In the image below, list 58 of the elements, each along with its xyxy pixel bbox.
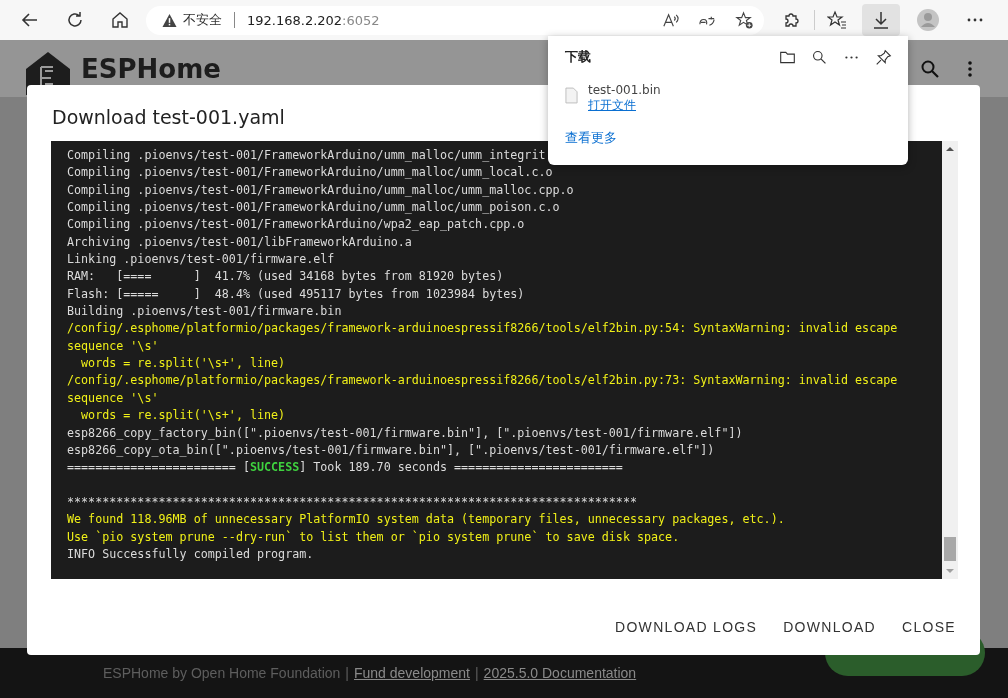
log-line: Use `pio system prune --dry-run` to list them or `pio system prune` to save disk space. bbox=[67, 529, 680, 544]
log-line: ********************************************************************************* bbox=[67, 494, 637, 509]
downloads-button[interactable] bbox=[862, 4, 900, 36]
panel-title: 下载 bbox=[565, 48, 591, 66]
log-line: esp8266_copy_ota_bin([".pioenvs/test-001/firmware.bin"], [".pioenvs/test-001/firmware.elf"]) bbox=[67, 442, 715, 457]
log-line: sequence '\s' bbox=[67, 390, 159, 405]
log-line: Building .pioenvs/test-001/firmware.bin bbox=[67, 304, 342, 319]
log-line: /config/.esphome/platformio/packages/framework-arduinoespressif8266/tools/elf2bin.py:73: SyntaxWarning: invalid escape bbox=[67, 373, 898, 388]
log-line: Compiling .pioenvs/test-001/FrameworkArduino/wpa2_eap_patch.cpp.o bbox=[67, 217, 525, 232]
footer-link[interactable]: Fund development bbox=[354, 665, 470, 681]
search-icon[interactable] bbox=[811, 48, 828, 66]
scrollbar-thumb[interactable] bbox=[944, 537, 956, 561]
download-icon bbox=[871, 10, 891, 30]
success-status: SUCCESS bbox=[249, 460, 300, 475]
log-line: Compiling .pioenvs/test-001/FrameworkArduino/umm_malloc/umm_poison.c.o bbox=[67, 200, 560, 215]
log-line: INFO Successfully compiled program. bbox=[67, 546, 314, 561]
log-line: words = re.split('\s+', line) bbox=[80, 408, 286, 423]
log-line: Compiling .pioenvs/test-001/FrameworkArduino/umm_malloc/umm_local.c.o bbox=[67, 165, 553, 180]
dialog-button[interactable]: DOWNLOAD bbox=[773, 613, 887, 641]
warning-icon bbox=[162, 12, 177, 28]
refresh-icon[interactable] bbox=[65, 10, 85, 30]
log-line: esp8266_copy_factory_bin([".pioenvs/test-001/firmware.bin"], [".pioenvs/test-001/firmware.elf"]) bbox=[67, 425, 743, 440]
see-more-link[interactable]: 查看更多 bbox=[565, 129, 617, 147]
home-icon[interactable] bbox=[110, 10, 130, 30]
file-name: test-001.bin bbox=[588, 83, 661, 97]
log-line: Compiling .pioenvs/test-001/FrameworkArduino/umm_malloc/umm_malloc.cpp.o bbox=[67, 182, 574, 197]
url-text: 192.168.2.202:6052 bbox=[247, 12, 380, 28]
dialog-button[interactable]: CLOSE bbox=[892, 613, 966, 641]
log-line: /config/.esphome/platformio/packages/framework-arduinoespressif8266/tools/elf2bin.py:54: SyntaxWarning: invalid escape bbox=[67, 321, 898, 336]
open-file-link[interactable]: 打开文件 bbox=[588, 97, 661, 114]
profile-icon[interactable] bbox=[916, 8, 940, 32]
address-bar[interactable]: 不安全 192.168.2.202:6052 bbox=[146, 5, 764, 35]
pin-icon[interactable] bbox=[875, 48, 892, 66]
footer-link[interactable]: 2025.5.0 Documentation bbox=[483, 665, 637, 681]
log-text: ======================== [ bbox=[67, 460, 250, 475]
app-title: ESPHome bbox=[81, 53, 221, 84]
log-line: RAM: [==== ] 41.7% (used 34168 bytes from 81920 bytes) bbox=[67, 269, 504, 284]
log-line: We found 118.96MB of unnecessary PlatformIO system data (temporary files, unnecessary packages, etc.). bbox=[67, 512, 785, 527]
log-line: Flash: [===== ] 48.4% (used 495117 bytes from 1023984 bytes) bbox=[67, 286, 525, 301]
dialog-button[interactable]: DOWNLOAD LOGS bbox=[605, 613, 768, 641]
favorites-icon[interactable] bbox=[827, 10, 847, 30]
log-text: ] Took 189.70 seconds ======================== bbox=[299, 460, 623, 475]
log-line: Compiling .pioenvs/test-001/FrameworkArduino/umm_malloc/umm_integrit bbox=[67, 148, 546, 162]
footer-text: ESPHome by Open Home Foundation bbox=[103, 665, 341, 681]
dialog-title: Download test-001.yaml bbox=[52, 105, 285, 129]
add-favorite-icon[interactable] bbox=[735, 10, 754, 30]
search-icon[interactable] bbox=[920, 58, 940, 79]
log-line: Archiving .pioenvs/test-001/libFrameworkArduino.a bbox=[67, 234, 412, 249]
log-line: Linking .pioenvs/test-001/firmware.elf bbox=[67, 252, 335, 267]
scrollbar[interactable] bbox=[942, 141, 958, 579]
security-label: 不安全 bbox=[183, 11, 222, 29]
footer-separator: | bbox=[345, 665, 349, 681]
file-icon bbox=[565, 87, 578, 104]
log-line: sequence '\s' bbox=[67, 338, 159, 353]
puzzle-icon[interactable] bbox=[782, 10, 802, 30]
log-line: words = re.split('\s+', line) bbox=[80, 356, 286, 371]
footer-separator: | bbox=[474, 665, 479, 681]
scroll-up-icon[interactable] bbox=[946, 147, 954, 151]
